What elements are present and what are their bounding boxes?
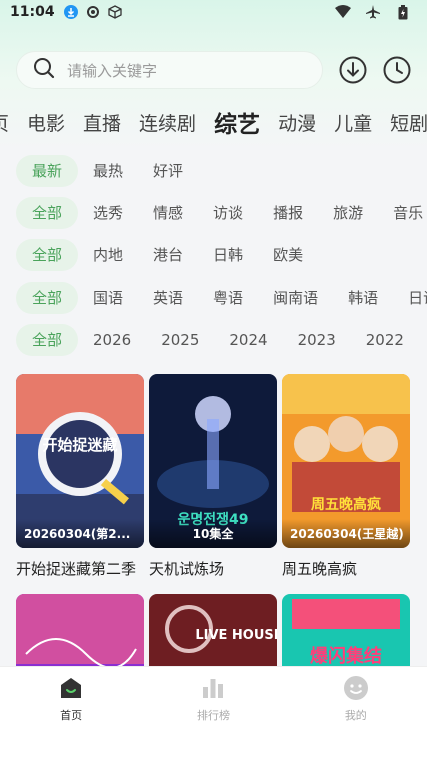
poster-title-text: LIVE HOUSE xyxy=(195,628,277,643)
filter-chip[interactable]: 2025 xyxy=(161,324,199,356)
ranking-icon xyxy=(200,675,226,701)
filter-chip[interactable]: 粤语 xyxy=(213,282,243,314)
filter-chip[interactable]: 2023 xyxy=(298,324,336,356)
airplane-mode-icon xyxy=(365,4,381,20)
filter-chip[interactable]: 国语 xyxy=(93,282,123,314)
filter-chip[interactable]: 全部 xyxy=(16,324,79,356)
tab-kids[interactable]: 儿童 xyxy=(334,109,372,136)
nav-ranking-label: 排行榜 xyxy=(196,709,230,722)
filter-chip[interactable]: 全部 xyxy=(16,239,79,271)
filter-chip[interactable]: 访谈 xyxy=(213,197,243,229)
tab-short-drama[interactable]: 短剧 xyxy=(390,109,427,136)
filter-chip[interactable]: 音乐 xyxy=(393,197,423,229)
tab-movies[interactable]: 电影 xyxy=(27,109,65,136)
filter-chip[interactable]: 英语 xyxy=(153,282,183,314)
poster-title-text: 爆闪集结 xyxy=(310,645,382,667)
nav-home-label: 首页 xyxy=(60,709,83,722)
filter-chip[interactable]: 情感 xyxy=(153,197,183,229)
search-placeholder: 请输入关键字 xyxy=(67,61,158,80)
tab-series[interactable]: 连续剧 xyxy=(139,109,196,136)
filter-chip[interactable]: 旅游 xyxy=(333,197,363,229)
card-title: 周五晚高疯 xyxy=(282,560,358,578)
filter-chip[interactable]: 韩语 xyxy=(348,282,378,314)
status-bar: 11:04 xyxy=(0,0,427,24)
filter-chip[interactable]: 播报 xyxy=(273,197,303,229)
filter-chip[interactable]: 全部 xyxy=(16,282,79,314)
filter-chip[interactable]: 闽南语 xyxy=(273,282,318,314)
filter-chip[interactable]: 2026 xyxy=(93,324,131,356)
battery-icon xyxy=(395,4,411,20)
channel-tabs: 页 电影 直播 连续剧 综艺 动漫 儿童 短剧 xyxy=(0,104,427,140)
poster-image: 운명전쟁49 10集全 xyxy=(149,374,277,548)
filter-chip[interactable]: 日语 xyxy=(408,282,427,314)
filter-chip[interactable]: 选秀 xyxy=(93,197,123,229)
wifi-icon xyxy=(335,4,351,20)
filter-row-sort: 最新 最热 好评 xyxy=(16,154,427,188)
filter-row-genre: 全部 选秀 情感 访谈 播报 旅游 音乐 xyxy=(16,196,427,230)
search-input[interactable]: 请输入关键字 xyxy=(16,51,323,89)
content-card[interactable]: 운명전쟁49 10集全 天机试炼场 xyxy=(149,374,277,579)
box-notification-icon xyxy=(107,4,123,20)
search-icon xyxy=(33,57,55,83)
filter-chip[interactable]: 2022 xyxy=(366,324,404,356)
filter-row-region: 全部 内地 港台 日韩 欧美 xyxy=(16,238,427,272)
filter-row-language: 全部 国语 英语 粤语 闽南语 韩语 日语 xyxy=(16,281,427,315)
filter-chip[interactable]: 最新 xyxy=(16,155,79,187)
tab-variety[interactable]: 综艺 xyxy=(214,105,260,139)
search-row: 请输入关键字 xyxy=(16,50,411,90)
poster-title-text: 周五晚高疯 xyxy=(311,496,381,513)
bottom-nav: 首页 排行榜 我的 xyxy=(0,666,427,759)
home-icon xyxy=(58,675,84,701)
poster-title-text: 开始捉迷藏 xyxy=(42,436,117,454)
content-card[interactable]: 开始捉迷藏 20260304(第2... 开始捉迷藏第二季 xyxy=(16,374,144,579)
history-icon[interactable] xyxy=(383,56,411,84)
poster-image: 开始捉迷藏 20260304(第2... xyxy=(16,374,144,548)
filter-chip[interactable]: 港台 xyxy=(153,239,183,271)
nav-profile-label: 我的 xyxy=(344,709,367,722)
download-notification-icon xyxy=(63,4,79,20)
nav-profile[interactable]: 我的 xyxy=(306,675,406,723)
status-time: 11:04 xyxy=(10,4,55,20)
tab-anime[interactable]: 动漫 xyxy=(278,109,316,136)
filter-chip[interactable]: 好评 xyxy=(153,155,183,187)
card-title: 天机试炼场 xyxy=(149,560,225,578)
poster-caption: 20260304(第2... xyxy=(16,519,144,548)
filter-chip[interactable]: 内地 xyxy=(93,239,123,271)
filter-chip[interactable]: 全部 xyxy=(16,197,79,229)
tab-live[interactable]: 直播 xyxy=(83,109,121,136)
filter-chip[interactable]: 最热 xyxy=(93,155,123,187)
content-card[interactable]: 周五晚高疯 20260304(王星越) 周五晚高疯 xyxy=(282,374,410,579)
filter-chip[interactable]: 日韩 xyxy=(213,239,243,271)
profile-icon xyxy=(343,675,369,701)
poster-image: 周五晚高疯 20260304(王星越) xyxy=(282,374,410,548)
tab-home[interactable]: 页 xyxy=(0,109,9,136)
filter-row-year: 全部 2026 2025 2024 2023 2022 2021 xyxy=(16,323,427,357)
filter-chip[interactable]: 2024 xyxy=(229,324,267,356)
poster-caption: 20260304(王星越) xyxy=(282,519,410,548)
card-title: 开始捉迷藏第二季 xyxy=(16,560,137,578)
nav-home[interactable]: 首页 xyxy=(21,675,121,723)
settings-notification-icon xyxy=(85,4,101,20)
poster-caption: 10集全 xyxy=(149,519,277,548)
nav-ranking[interactable]: 排行榜 xyxy=(163,675,263,723)
download-icon[interactable] xyxy=(339,56,367,84)
filter-chip[interactable]: 欧美 xyxy=(273,239,303,271)
